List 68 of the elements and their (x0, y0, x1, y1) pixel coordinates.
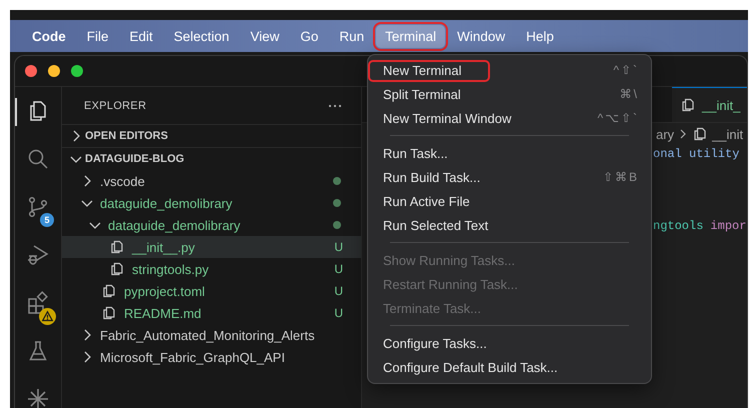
shortcut-text: ⇧⌘B (602, 170, 639, 184)
breadcrumb-item[interactable]: ary (656, 126, 674, 142)
file-icon (101, 283, 117, 299)
menu-item[interactable]: Run Build Task... ⇧⌘B (368, 165, 651, 189)
menu-item[interactable]: Run Selected Text (368, 213, 651, 237)
shortcut-text: ^⌥⇧` (597, 111, 639, 125)
menu-item[interactable]: New Terminal Window ^⌥⇧` (368, 106, 651, 130)
file-name: README.md (124, 306, 202, 320)
count-badge: 5 (40, 212, 54, 226)
menu-item[interactable]: Run Task... (368, 141, 651, 165)
tree-row[interactable]: pyproject.toml U (62, 280, 361, 302)
menu-bar-item[interactable]: Go (291, 24, 328, 48)
file-icon (680, 97, 696, 113)
file-icon (692, 126, 708, 142)
menu-bar-item[interactable]: Run (330, 24, 374, 48)
folder-name: Microsoft_Fabric_GraphQL_API (100, 350, 286, 364)
tree-row[interactable]: .vscode (62, 170, 361, 192)
run-debug-icon[interactable] (26, 242, 50, 266)
shortcut-text: ^⇧` (613, 63, 639, 77)
panel-title: EXPLORER (84, 100, 146, 112)
menu-item[interactable]: Configure Default Build Task... (368, 355, 651, 379)
section-header[interactable]: OPEN EDITORS (62, 124, 361, 147)
selected-row[interactable]: __init__.py U (62, 236, 361, 258)
file-name: __init__.py (132, 240, 196, 254)
git-status: U (334, 284, 343, 298)
file-icon (109, 239, 125, 255)
menu-bar-item[interactable]: Help (517, 24, 563, 48)
breadcrumb-item[interactable]: __init (712, 126, 744, 142)
extensions-icon[interactable] (26, 290, 50, 314)
file-icon (109, 261, 125, 277)
menu-bar-item[interactable]: Edit (120, 24, 162, 48)
file-name: pyproject.toml (124, 284, 206, 298)
zoom-button[interactable] (71, 65, 83, 77)
git-status: U (334, 262, 343, 276)
code-text: onal utility (653, 146, 740, 163)
code-text: ngtools (653, 218, 704, 235)
tree-row[interactable]: README.md U (62, 302, 361, 324)
menu-bar-item[interactable]: Selection (164, 24, 238, 48)
app-menu[interactable]: Code (23, 24, 75, 48)
active-indicator (15, 98, 17, 126)
folder-name: Fabric_Automated_Monitoring_Alerts (100, 328, 316, 342)
menu-item[interactable]: New Terminal ^⇧` (368, 58, 651, 82)
menu-item[interactable]: Configure Tasks... (368, 331, 651, 355)
code-text: impor (710, 218, 746, 235)
menu-bar-item[interactable]: Window (448, 24, 514, 48)
minimize-button[interactable] (48, 65, 60, 77)
tree-row[interactable]: dataguide_demolibrary (62, 214, 361, 236)
tree-row[interactable]: Fabric_Automated_Monitoring_Alerts (62, 324, 361, 346)
tree-row[interactable]: Microsoft_Fabric_GraphQL_API (62, 346, 361, 368)
folder-name: dataguide_demolibrary (108, 218, 242, 232)
section-header[interactable]: DATAGUIDE-BLOG (62, 147, 361, 170)
menu-bar-item[interactable]: View (241, 24, 288, 48)
spark-icon[interactable] (26, 386, 50, 408)
file-icon (101, 305, 117, 321)
menu-item[interactable]: Run Active File (368, 189, 651, 213)
tree-row[interactable]: stringtools.py U (62, 258, 361, 280)
shortcut-text: ⌘\ (620, 87, 639, 101)
close-button[interactable] (25, 65, 37, 77)
menu-item[interactable]: Split Terminal ⌘\ (368, 82, 651, 106)
source-control-icon[interactable] (26, 194, 50, 218)
tree-row[interactable]: dataguide_demolibrary (62, 192, 361, 214)
menu-bar-item[interactable]: File (78, 24, 118, 48)
file-name: stringtools.py (132, 262, 210, 276)
folder-name: dataguide_demolibrary (100, 196, 234, 210)
editor-tab[interactable]: __init_ (672, 87, 747, 122)
git-status: U (334, 306, 343, 320)
git-status: U (334, 240, 343, 254)
folder-name: .vscode (100, 174, 146, 188)
